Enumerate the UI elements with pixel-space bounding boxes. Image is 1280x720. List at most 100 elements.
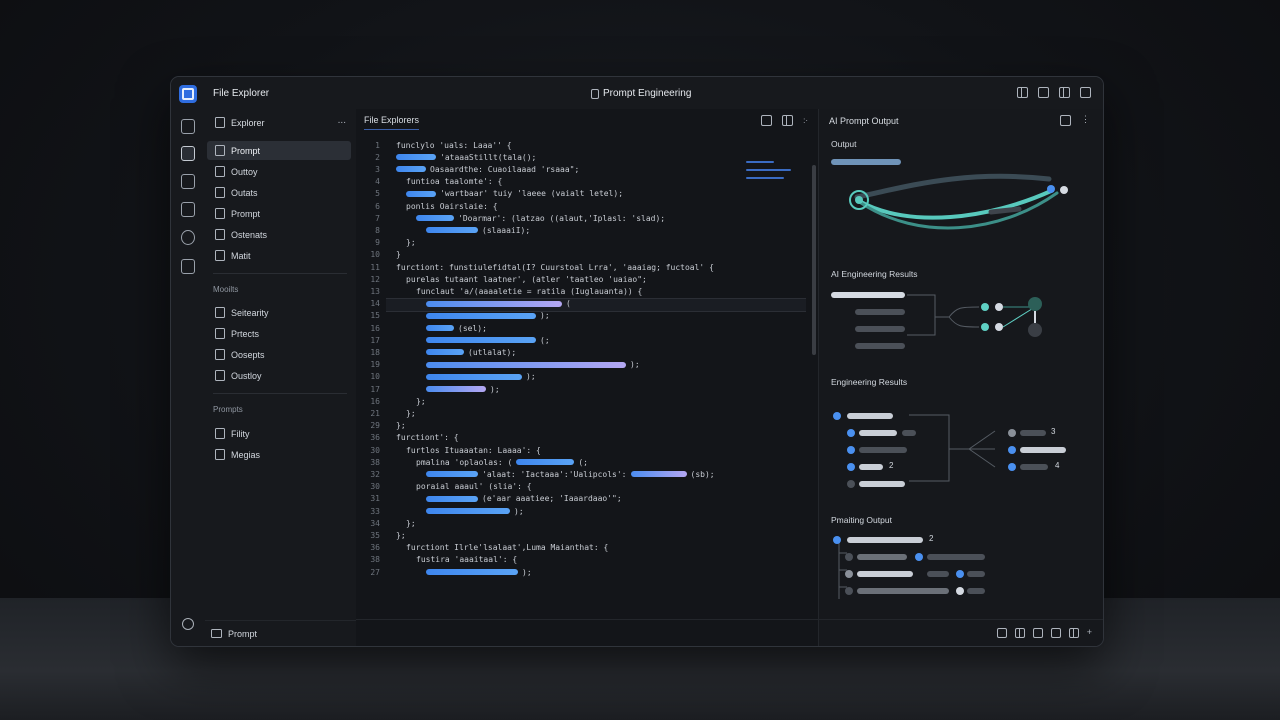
editor-more-icon[interactable]: :·	[803, 116, 808, 125]
box-icon[interactable]	[1032, 628, 1043, 638]
code-line[interactable]: 18 (utlalat);	[356, 346, 811, 358]
app-logo-icon[interactable]	[179, 85, 197, 103]
line-number: 35	[370, 530, 380, 540]
code-line[interactable]: 16 (sel);	[356, 322, 811, 334]
code-line[interactable]: 35};	[356, 529, 811, 541]
source-control-rail-icon[interactable]	[181, 202, 195, 217]
code-text: furctiont': {	[396, 433, 459, 443]
output-footer: +	[819, 619, 1103, 646]
code-line[interactable]: 33);	[356, 505, 811, 517]
code-line[interactable]: 36 furctiont Ilrle'lsalaat',Luma Maiantha…	[356, 542, 811, 554]
more-options-icon[interactable]: ...	[338, 115, 346, 126]
code-line[interactable]: 29};	[356, 420, 811, 432]
code-highlight-bar	[396, 154, 436, 161]
file-item[interactable]: Seitearity	[207, 303, 351, 322]
code-line[interactable]: 10);	[356, 371, 811, 383]
code-line[interactable]: 27);	[356, 566, 811, 578]
explorer-panel: Explorer ... Prompt Outtoy Outats Prompt…	[205, 109, 357, 646]
code-line[interactable]: 2 'ataaaStillt(tala();	[356, 151, 811, 163]
code-line[interactable]: 4 funtioa taalomte': {	[356, 176, 811, 188]
code-line[interactable]: 14 (	[356, 297, 811, 312]
results-tree-graphic	[907, 294, 1042, 337]
explorer-rail-icon[interactable]	[181, 119, 195, 134]
layout-icon[interactable]	[1059, 87, 1070, 98]
table-icon[interactable]	[1068, 628, 1079, 638]
code-line[interactable]: 38 fustira 'aaaitaal': {	[356, 554, 811, 566]
grid-icon[interactable]	[996, 628, 1007, 638]
code-line[interactable]: 32 'alaat: 'Iactaaa':'Ualipcols': (sb);	[356, 468, 811, 480]
code-text: (e'aar aaatiee; 'Iaaardaao'";	[482, 494, 622, 504]
split-editor-icon[interactable]	[761, 115, 773, 126]
explorer-footer[interactable]: Prompt	[205, 620, 356, 646]
file-item-label: Oosepts	[231, 349, 265, 360]
code-line[interactable]: 15);	[356, 310, 811, 322]
file-item[interactable]: Prtects	[207, 324, 351, 343]
code-line[interactable]: 11 furctiont: funstiulefidtal(I? Cuurstoa…	[356, 261, 811, 273]
editor-scrollbar[interactable]	[812, 165, 816, 355]
code-line[interactable]: 7 'Doarmar': (latzao ((alaut,'Iplasl: 'sl…	[356, 212, 811, 224]
code-line[interactable]	[356, 578, 811, 590]
code-line[interactable]: 38 pmalina 'oplaolas: ((;	[356, 456, 811, 468]
columns-icon[interactable]	[1014, 628, 1025, 638]
line-number: 13	[370, 286, 380, 296]
code-line[interactable]: 34};	[356, 517, 811, 529]
toggle-panel-icon[interactable]	[1038, 87, 1049, 98]
panel-toggle-icon[interactable]	[1060, 115, 1071, 126]
code-line[interactable]: 6 ponlis Oairslaie: {	[356, 200, 811, 212]
code-line[interactable]: 36 furctiont': {	[356, 432, 811, 444]
code-line[interactable]: 17);	[356, 383, 811, 395]
line-number: 19	[370, 360, 380, 370]
result-bar	[855, 326, 905, 332]
extensions-rail-icon[interactable]	[181, 259, 195, 274]
file-item[interactable]: Fility	[207, 424, 351, 443]
code-line[interactable]: 19);	[356, 359, 811, 371]
file-item[interactable]: Ostenats	[207, 225, 351, 244]
code-line[interactable]: 5 'wartbaar' tuiy 'laeee (vaialt letel);	[356, 188, 811, 200]
code-line[interactable]: 3 Oasaardthe: Cuaoilaaad 'rsaaa";	[356, 163, 811, 175]
code-text: };	[406, 238, 416, 248]
file-item[interactable]: Prompt	[207, 141, 351, 160]
search-rail-icon[interactable]	[181, 174, 195, 189]
settings-gear-icon[interactable]	[182, 618, 194, 630]
file-item[interactable]: Prompt	[207, 204, 351, 223]
add-icon[interactable]: +	[1087, 628, 1092, 638]
code-text: pmalina 'oplaolas: (	[416, 457, 513, 467]
file-item[interactable]: Outtoy	[207, 162, 351, 181]
code-line[interactable]: 21};	[356, 407, 811, 419]
file-item[interactable]: Oustloy	[207, 366, 351, 385]
file-item[interactable]: Megias	[207, 445, 351, 464]
code-line[interactable]: 30 furtlos Ituaaatan: Laaaa': {	[356, 444, 811, 456]
toggle-sidebar-icon[interactable]	[1017, 87, 1028, 98]
line-number: 21	[370, 408, 380, 418]
code-line[interactable]: 17 (;	[356, 334, 811, 346]
result-bar	[927, 554, 985, 560]
code-highlight-bar	[426, 361, 626, 368]
file-item-label: Seitearity	[231, 307, 269, 318]
code-editor: File Explorers :· 1 funclylo 'uals: Laaa'…	[356, 109, 818, 646]
more-vertical-icon[interactable]: ⋮	[1081, 115, 1090, 126]
line-number: 4	[375, 177, 380, 187]
file-item[interactable]: Oosepts	[207, 345, 351, 364]
line-number: 33	[370, 506, 380, 516]
code-text: 'ataaaStillt(tala();	[440, 152, 537, 162]
line-number: 11	[370, 262, 380, 272]
file-item[interactable]: Matit	[207, 246, 351, 265]
code-line[interactable]: 9};	[356, 237, 811, 249]
line-number: 1	[375, 140, 380, 150]
expand-icon[interactable]	[1080, 87, 1091, 98]
debug-rail-icon[interactable]	[181, 230, 195, 245]
code-line[interactable]: 30 poraial aaaul' (slia': {	[356, 481, 811, 493]
code-line[interactable]: 16};	[356, 395, 811, 407]
section-title: Engineering Results	[831, 377, 908, 387]
code-line[interactable]: 10}	[356, 249, 811, 261]
code-line[interactable]: 31 (e'aar aaatiee; 'Iaaardaao'";	[356, 493, 811, 505]
editor-tab[interactable]: File Explorers	[364, 115, 420, 130]
code-line[interactable]: 12 purelas tutaant laatner', (atler 'taat…	[356, 273, 811, 285]
code-line[interactable]: 1 funclylo 'uals: Laaa'' {	[356, 139, 811, 151]
bag-icon[interactable]	[1050, 628, 1061, 638]
layout-editor-icon[interactable]	[782, 115, 794, 126]
code-line[interactable]: 13 funclaut 'a/(aaaaletie = ratila (Iugla…	[356, 285, 811, 297]
file-item[interactable]: Outats	[207, 183, 351, 202]
code-line[interactable]: 8 (slaaaiI);	[356, 224, 811, 236]
files-rail-icon[interactable]	[181, 146, 195, 161]
